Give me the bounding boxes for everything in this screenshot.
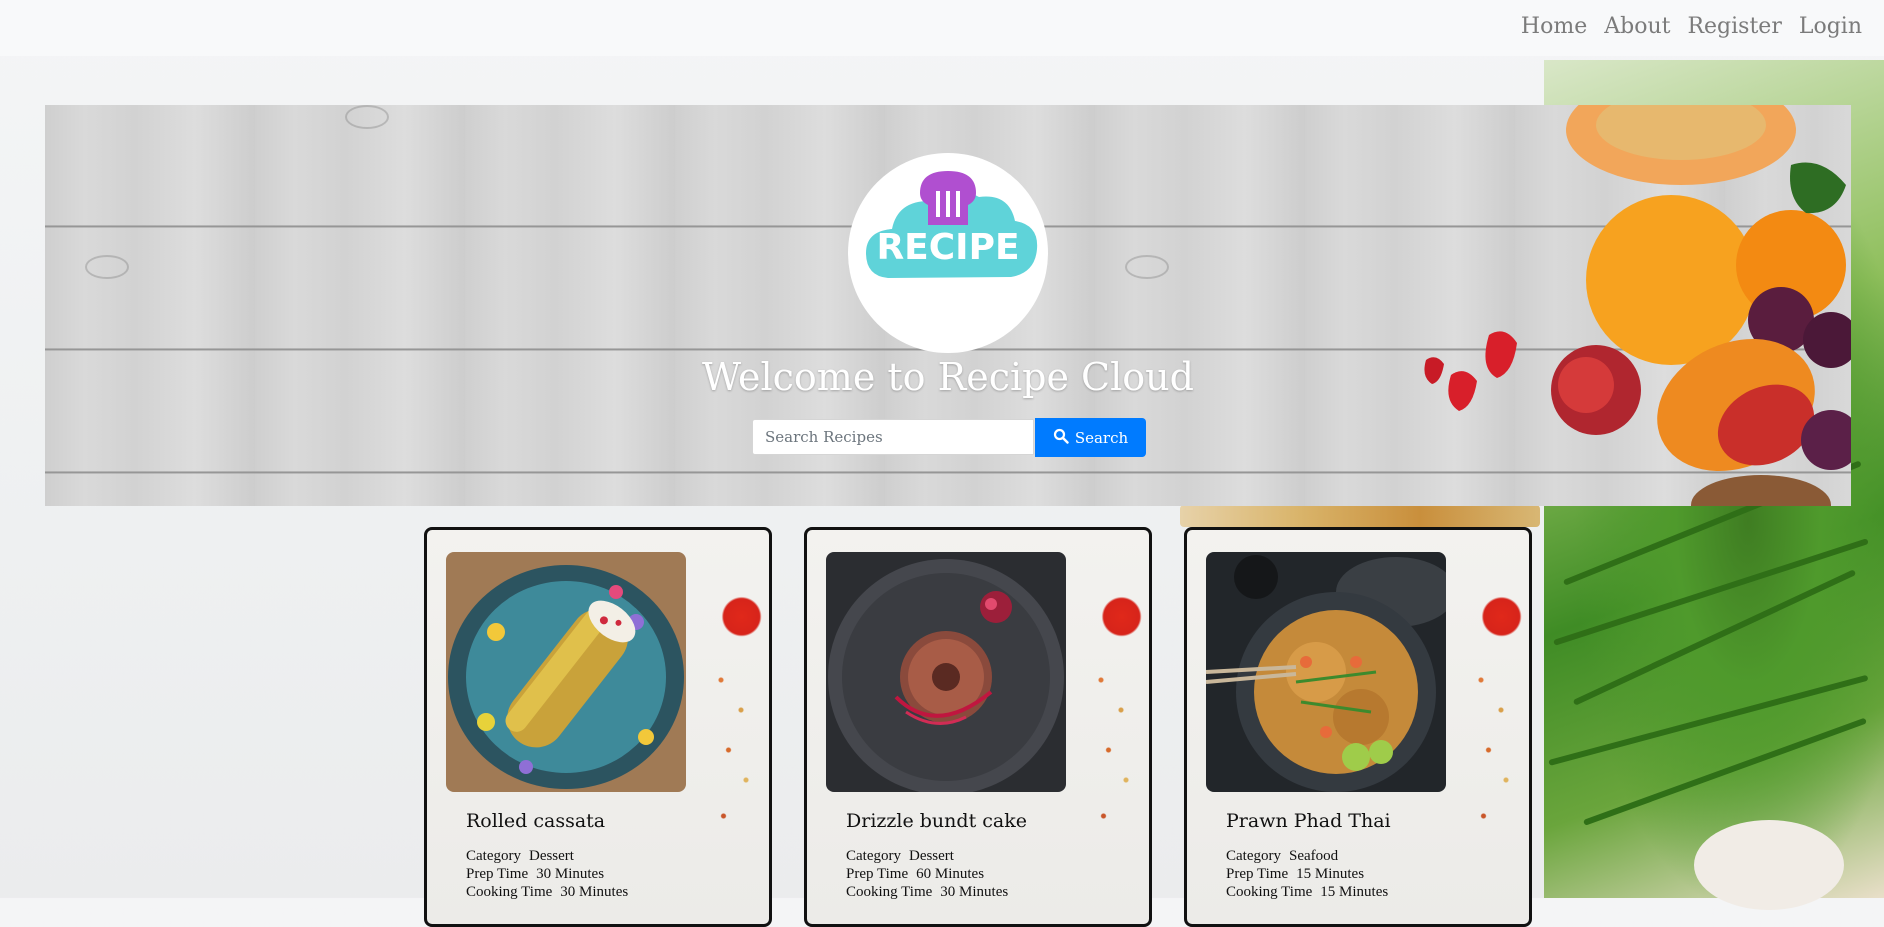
recipe-card[interactable]: Rolled cassata Category Dessert Prep Time…	[424, 527, 772, 927]
recipe-image-rolled-cassata[interactable]	[446, 552, 686, 792]
recipe-meta: Category Seafood Prep Time 15 Minutes Cook…	[1226, 847, 1388, 901]
nav-home-link[interactable]: Home	[1521, 14, 1587, 39]
category-value: Seafood	[1288, 848, 1339, 864]
welcome-heading: Welcome to Recipe Cloud	[702, 355, 1194, 399]
recipe-title[interactable]: Rolled cassata	[466, 810, 605, 832]
category-label: Category	[846, 848, 901, 864]
prep-time-value: 60 Minutes	[916, 866, 985, 882]
prep-time-value: 30 Minutes	[536, 866, 605, 882]
search-input[interactable]	[752, 419, 1034, 455]
navbar: Home About Register Login	[0, 0, 1884, 56]
svg-text:RECIPE: RECIPE	[876, 227, 1019, 268]
background-bread	[1180, 505, 1540, 527]
category-value: Dessert	[908, 848, 954, 864]
recipe-title[interactable]: Prawn Phad Thai	[1226, 810, 1391, 832]
fruit-illustration	[1424, 105, 1851, 506]
search-button-label: Search	[1074, 428, 1129, 447]
search-icon	[1053, 428, 1069, 448]
nav-links: Home About Register Login	[1521, 14, 1862, 39]
recipe-card[interactable]: Drizzle bundt cake Category Dessert Prep …	[804, 527, 1152, 927]
recipe-cloud-logo[interactable]: RECIPE	[848, 153, 1048, 353]
recipe-image-drizzle-bundt-cake[interactable]	[826, 552, 1066, 792]
category-value: Dessert	[528, 848, 574, 864]
recipe-title[interactable]: Drizzle bundt cake	[846, 810, 1027, 832]
category-label: Category	[466, 848, 521, 864]
search-button[interactable]: Search	[1035, 418, 1146, 457]
nav-login-link[interactable]: Login	[1799, 14, 1862, 39]
recipe-meta: Category Dessert Prep Time 60 Minutes Cook…	[846, 847, 1008, 901]
prep-time-label: Prep Time	[1226, 866, 1289, 882]
category-label: Category	[1226, 848, 1281, 864]
prep-time-label: Prep Time	[466, 866, 529, 882]
nav-about-link[interactable]: About	[1604, 14, 1670, 39]
prep-time-value: 15 Minutes	[1296, 866, 1365, 882]
hero-banner: RECIPE Welcome to Recipe Cloud Search	[45, 105, 1851, 506]
recipe-meta: Category Dessert Prep Time 30 Minutes Cook…	[466, 847, 628, 901]
prep-time-label: Prep Time	[846, 866, 909, 882]
nav-register-link[interactable]: Register	[1687, 14, 1781, 39]
recipe-image-prawn-phad-thai[interactable]	[1206, 552, 1446, 792]
recipe-card[interactable]: Prawn Phad Thai Category Seafood Prep Tim…	[1184, 527, 1532, 927]
